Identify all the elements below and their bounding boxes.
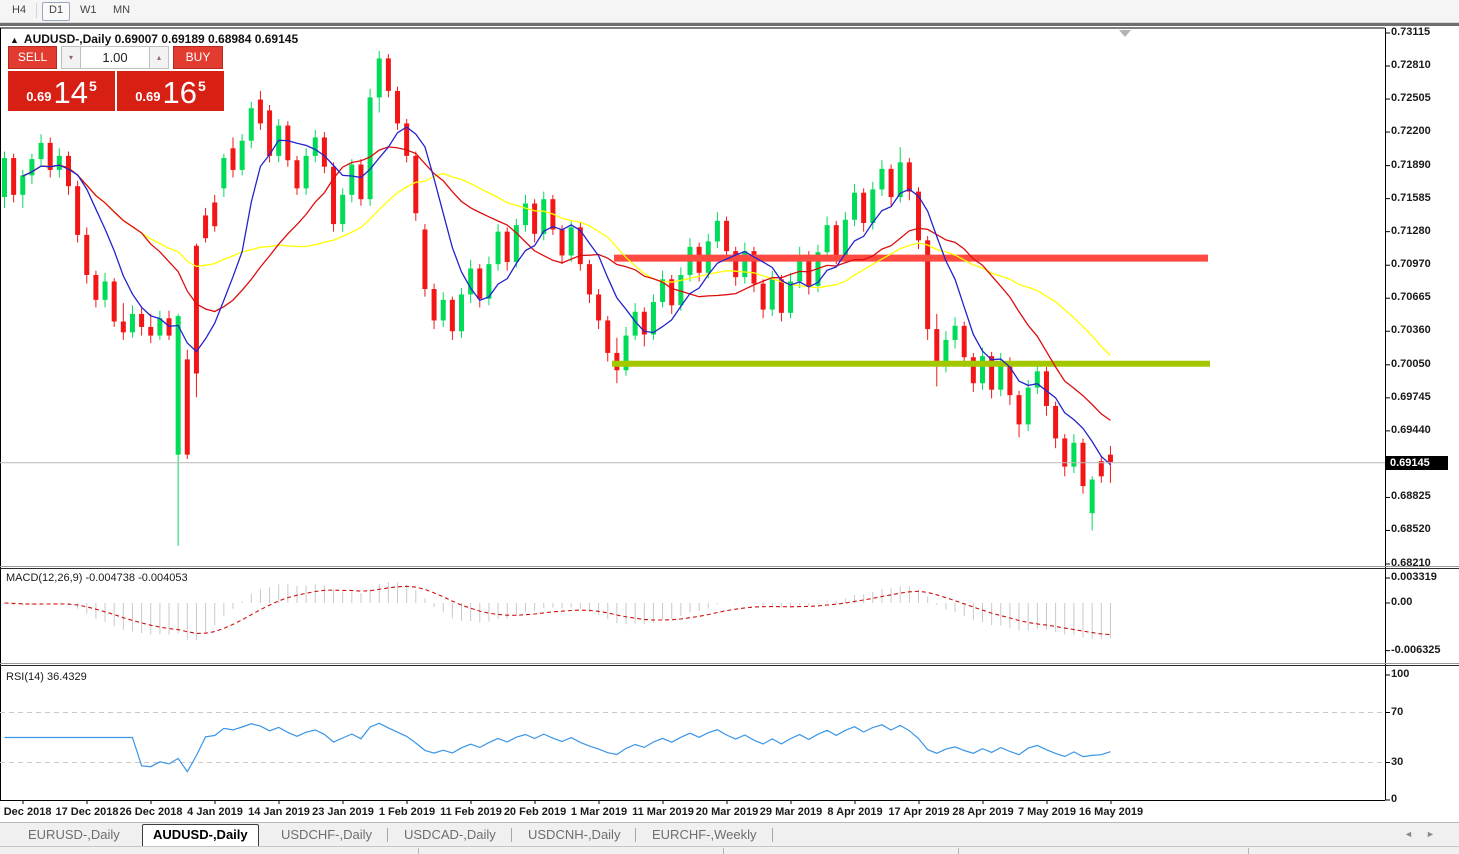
price-axis-label: 0.68210 xyxy=(1391,557,1431,569)
date-axis-label: 14 Jan 2019 xyxy=(248,806,310,818)
date-axis-label: 1 Feb 2019 xyxy=(378,806,436,818)
tab-scroll-right-icon[interactable]: ► xyxy=(1426,829,1435,839)
chart-tab-usdchf[interactable]: USDCHF-,Daily xyxy=(271,826,382,844)
timeframe-button-d1[interactable]: D1 xyxy=(42,2,71,21)
one-click-trade-panel: SELL ▾ 1.00 ▴ BUY 0.69 14 5 0.69 16 5 xyxy=(8,46,224,111)
buy-price-display[interactable]: 0.69 16 5 xyxy=(117,71,224,111)
trading-platform-window: { "toolbar": { "timeframes": [ {"label":… xyxy=(0,0,1459,854)
chart-tab-eurchf[interactable]: EURCHF-,Weekly xyxy=(642,826,767,844)
tab-separator xyxy=(772,828,773,842)
chart-shift-marker-icon[interactable] xyxy=(1119,30,1131,37)
date-axis-label: 20 Feb 2019 xyxy=(503,806,567,818)
date-axis-label: 11 Feb 2019 xyxy=(440,806,502,818)
date-axis-label: 26 Dec 2018 xyxy=(119,806,183,818)
chart-tab-usdcnh[interactable]: USDCNH-,Daily xyxy=(518,826,630,844)
price-axis-label: 0.71890 xyxy=(1391,158,1431,171)
rsi-axis-label: 70 xyxy=(1391,705,1404,718)
volume-increase-button[interactable]: ▴ xyxy=(149,46,169,69)
date-axis-label: 11 Mar 2019 xyxy=(632,806,694,818)
timeframe-button-h4[interactable]: H4 xyxy=(6,2,32,19)
terminal-column-divider xyxy=(958,848,959,854)
volume-input[interactable]: 1.00 xyxy=(81,46,149,69)
macd-indicator-label: MACD(12,26,9) -0.004738 -0.004053 xyxy=(6,572,188,584)
toolbar-separator xyxy=(36,3,37,18)
volume-decrease-button[interactable]: ▾ xyxy=(61,46,81,69)
candlestick-series xyxy=(2,50,1113,546)
support-line[interactable] xyxy=(612,360,1210,367)
timeframe-button-w1[interactable]: W1 xyxy=(74,2,103,19)
price-axis-label: 0.72810 xyxy=(1391,59,1431,72)
date-axis-label: 1 Mar 2019 xyxy=(570,806,628,818)
sell-price-small: 0.69 xyxy=(26,89,52,104)
price-axis-label: 0.71585 xyxy=(1391,191,1431,204)
timeframe-button-mn[interactable]: MN xyxy=(107,2,136,19)
rsi-axis-label: 0 xyxy=(1391,793,1398,805)
buy-price-small: 0.69 xyxy=(135,89,161,104)
sell-price-sup: 5 xyxy=(89,78,97,94)
price-axis-label: 0.69440 xyxy=(1391,423,1431,436)
macd-axis-label: 0.00 xyxy=(1391,596,1413,608)
macd-axis-label: 0.003319 xyxy=(1391,571,1437,583)
sell-price-big: 14 xyxy=(53,75,88,110)
date-axis-label: 16 May 2019 xyxy=(1078,806,1144,818)
date-axis-label: 7 May 2019 xyxy=(1017,806,1077,818)
date-axis-label: 23 Jan 2019 xyxy=(312,806,374,818)
terminal-column-divider xyxy=(418,848,419,854)
timeframe-toolbar: H4 D1 W1 MN xyxy=(0,0,1459,23)
price-axis-label: 0.70970 xyxy=(1391,258,1431,271)
terminal-column-divider xyxy=(1248,848,1249,854)
tab-scroll-left-icon[interactable]: ◄ xyxy=(1404,829,1413,839)
current-price-tag: 0.69145 xyxy=(1386,455,1448,470)
sell-button[interactable]: SELL xyxy=(8,46,57,69)
chart-tab-eurusd[interactable]: EURUSD-,Daily xyxy=(18,826,130,844)
buy-price-sup: 5 xyxy=(198,78,206,94)
chart-canvas[interactable] xyxy=(0,26,1459,822)
price-axis-label: 0.70050 xyxy=(1391,357,1431,370)
price-axis-label: 0.70665 xyxy=(1391,291,1431,304)
price-axis-label: 0.69745 xyxy=(1391,390,1431,403)
date-axis-label: 4 Jan 2019 xyxy=(187,806,243,818)
price-axis-label: 0.72505 xyxy=(1391,92,1431,105)
terminal-column-divider xyxy=(723,848,724,854)
chart-title-text: AUDUSD-,Daily 0.69007 0.69189 0.68984 0.… xyxy=(23,32,299,46)
date-axis-label: 29 Mar 2019 xyxy=(759,806,823,818)
chart-tab-bar: ◄ ► EURUSD-,Daily AUDUSD-,Daily USDCHF-,Da… xyxy=(0,822,1459,847)
price-axis-label: 0.71280 xyxy=(1391,224,1431,237)
date-axis-label: 17 Dec 2018 xyxy=(55,806,119,818)
date-axis-label: 17 Apr 2019 xyxy=(888,806,950,818)
rsi-indicator-label: RSI(14) 36.4329 xyxy=(6,671,87,683)
tab-separator xyxy=(635,828,636,842)
date-axis-label: 7 Dec 2018 xyxy=(0,806,52,818)
rsi-axis-label: 100 xyxy=(1391,668,1410,680)
date-axis-label: 28 Apr 2019 xyxy=(952,806,1014,818)
rsi-axis-label: 30 xyxy=(1391,755,1404,768)
buy-price-big: 16 xyxy=(162,75,197,110)
macd-axis-label: -0.006325 xyxy=(1391,643,1441,656)
tab-separator xyxy=(387,828,388,842)
resistance-line[interactable] xyxy=(614,254,1208,262)
buy-button[interactable]: BUY xyxy=(173,46,223,69)
date-axis-label: 20 Mar 2019 xyxy=(695,806,759,818)
price-axis-label: 0.72200 xyxy=(1391,125,1431,138)
chart-window: ▲ AUDUSD-,Daily 0.69007 0.69189 0.68984 0… xyxy=(0,26,1459,822)
rsi-line xyxy=(4,722,1111,773)
macd-signal-line xyxy=(4,585,1111,636)
sell-price-display[interactable]: 0.69 14 5 xyxy=(8,71,115,111)
chart-title: ▲ AUDUSD-,Daily 0.69007 0.69189 0.68984 0… xyxy=(10,32,298,46)
price-axis-label: 0.73115 xyxy=(1391,26,1431,38)
tab-separator xyxy=(511,828,512,842)
symbol-marker-icon: ▲ xyxy=(10,35,19,45)
date-axis-label: 8 Apr 2019 xyxy=(827,806,883,818)
price-axis-label: 0.68825 xyxy=(1391,490,1431,503)
price-axis-label: 0.68520 xyxy=(1391,523,1431,536)
chart-tab-audusd[interactable]: AUDUSD-,Daily xyxy=(142,824,259,847)
price-axis-label: 0.70360 xyxy=(1391,324,1431,337)
chart-tab-usdcad[interactable]: USDCAD-,Daily xyxy=(394,826,506,844)
